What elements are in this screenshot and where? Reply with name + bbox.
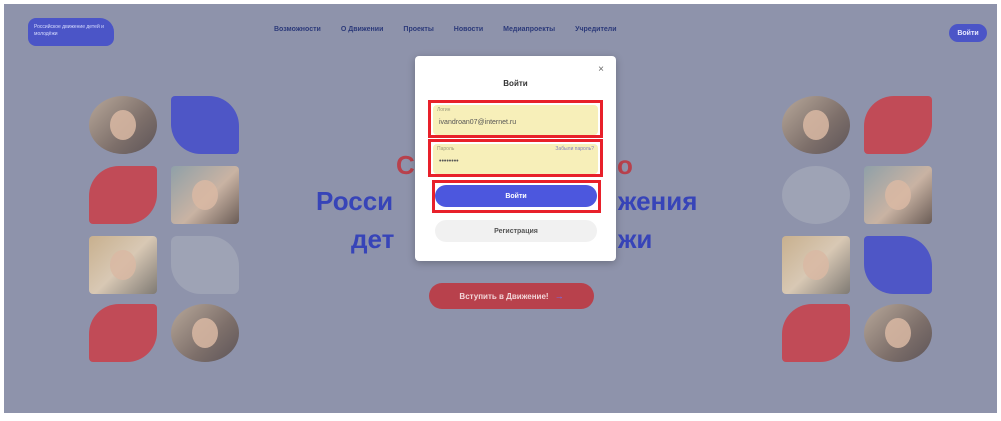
modal-title: Войти xyxy=(503,79,528,88)
member-photo xyxy=(782,96,850,154)
hero-title-line1-end: о xyxy=(617,150,633,180)
member-photo xyxy=(171,166,239,224)
password-field-highlight xyxy=(428,139,603,177)
hero-title-line2-start: Росси xyxy=(316,186,394,216)
main-nav: Возможности О Движении Проекты Новости М… xyxy=(274,26,617,33)
nav-item-opportunities[interactable]: Возможности xyxy=(274,26,321,33)
hero-title-line2-end: жения xyxy=(618,186,698,216)
decor-shape-blue xyxy=(171,96,239,154)
register-button[interactable]: Регистрация xyxy=(435,220,597,242)
login-modal: × Войти Логин ivandroan07@internet.ru Па… xyxy=(415,56,616,261)
member-photo xyxy=(89,96,157,154)
decor-shape-red xyxy=(782,304,850,362)
decor-shape-blue xyxy=(864,236,932,294)
arrow-right-icon: → xyxy=(554,291,564,301)
page: Российское движение детей и молодёжи Воз… xyxy=(4,4,997,413)
member-photo xyxy=(782,236,850,294)
member-photo xyxy=(171,304,239,362)
decor-shape-grey xyxy=(171,236,239,294)
member-photo xyxy=(864,166,932,224)
nav-item-founders[interactable]: Учредители xyxy=(575,26,616,33)
nav-item-media[interactable]: Медиапроекты xyxy=(503,26,555,33)
decor-shape-red xyxy=(89,304,157,362)
hero-title-line3-start: дет xyxy=(351,224,395,254)
login-button-highlight xyxy=(432,180,601,213)
nav-item-about[interactable]: О Движении xyxy=(341,26,384,33)
close-icon[interactable]: × xyxy=(598,64,604,75)
hero-title-line3-end: жи xyxy=(618,224,653,254)
header-login-button[interactable]: Войти xyxy=(949,24,987,42)
nav-item-news[interactable]: Новости xyxy=(454,26,483,33)
hero-title-line1-start: С xyxy=(396,150,415,180)
decor-shape-red xyxy=(89,166,157,224)
nav-item-projects[interactable]: Проекты xyxy=(403,26,433,33)
logo[interactable]: Российское движение детей и молодёжи xyxy=(28,18,114,46)
member-photo xyxy=(864,304,932,362)
join-movement-button[interactable]: Вступить в Движение! → xyxy=(429,283,594,309)
member-photo xyxy=(89,236,157,294)
decor-shape-red xyxy=(864,96,932,154)
join-movement-label: Вступить в Движение! xyxy=(459,291,549,301)
decor-shape-grey xyxy=(782,166,850,224)
login-field-highlight xyxy=(428,100,603,138)
